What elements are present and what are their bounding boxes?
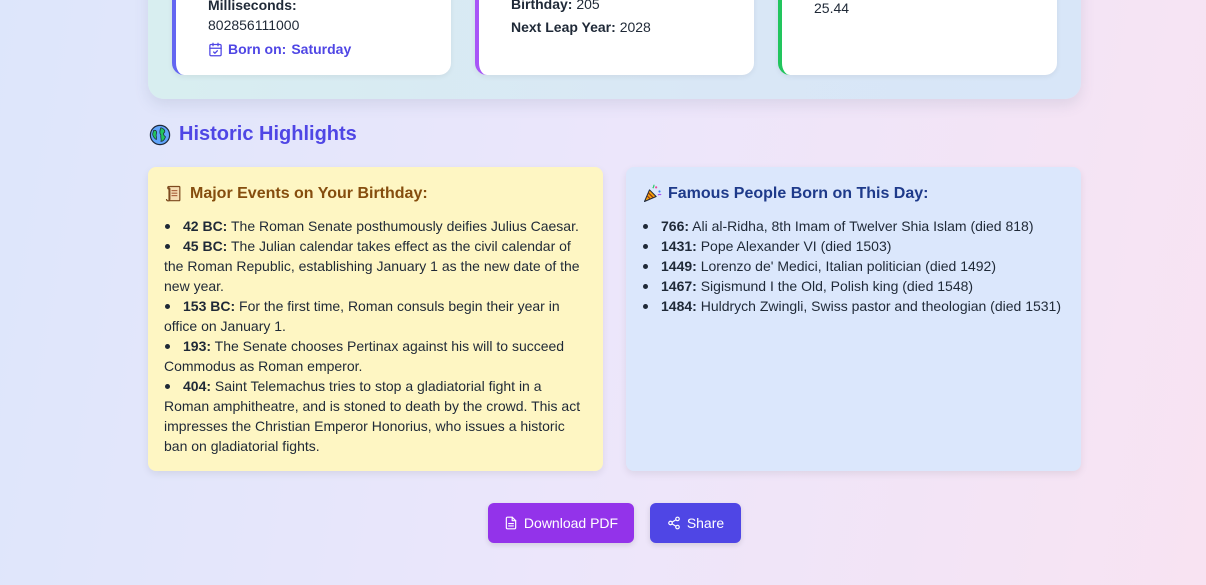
- share-label: Share: [686, 515, 725, 531]
- stat-value: 25.44: [814, 0, 850, 16]
- famous-people-heading: Famous People Born on This Day:: [642, 184, 1065, 204]
- person-item: 1431: Pope Alexander VI (died 1503): [642, 236, 1065, 256]
- event-item: 404: Saint Telemachus tries to stop a gl…: [164, 376, 587, 456]
- next-leap-label: Next Leap Year:: [511, 19, 616, 35]
- historic-highlights-title: Historic Highlights: [149, 123, 357, 146]
- event-item: 42 BC: The Roman Senate posthumously dei…: [164, 216, 587, 236]
- stat-card-birthday: Birthday: 205 Next Leap Year: 2028: [475, 0, 754, 75]
- stat-card-milliseconds: Milliseconds: 802856111000 Born on: Satu…: [172, 0, 451, 75]
- person-year: 1449:: [661, 258, 697, 274]
- section-title-text: Historic Highlights: [179, 123, 357, 145]
- stat-card-third: 25.44: [778, 0, 1057, 75]
- birthday-line: Birthday: 205: [511, 0, 600, 12]
- milliseconds-value: 802856111000: [208, 17, 300, 33]
- event-item: 153 BC: For the first time, Roman consul…: [164, 296, 587, 336]
- person-text: Lorenzo de' Medici, Italian politician (…: [700, 258, 996, 274]
- event-year: 193:: [183, 338, 212, 354]
- next-leap-value: 2028: [619, 19, 651, 35]
- event-item: 193: The Senate chooses Pertinax against…: [164, 336, 587, 376]
- person-year: 1484:: [661, 298, 697, 314]
- born-on-value: Saturday: [291, 41, 352, 57]
- person-text: Huldrych Zwingli, Swiss pastor and theol…: [700, 298, 1062, 314]
- person-text: Pope Alexander VI (died 1503): [700, 238, 892, 254]
- born-on-label: Born on:: [228, 41, 287, 57]
- major-events-list: 42 BC: The Roman Senate posthumously dei…: [164, 216, 587, 456]
- globe-icon: [149, 124, 171, 145]
- event-text: The Roman Senate posthumously deifies Ju…: [231, 218, 579, 234]
- person-year: 1431:: [661, 238, 697, 254]
- event-text: Saint Telemachus tries to stop a gladiat…: [164, 378, 581, 454]
- famous-people-title: Famous People Born on This Day:: [668, 185, 929, 202]
- party-popper-icon: [644, 184, 662, 202]
- person-item: 1484: Huldrych Zwingli, Swiss pastor and…: [642, 296, 1065, 316]
- person-year: 1467:: [661, 278, 697, 294]
- event-text: The Senate chooses Pertinax against his …: [164, 338, 565, 374]
- calendar-check-icon: [209, 42, 222, 56]
- person-item: 1449: Lorenzo de' Medici, Italian politi…: [642, 256, 1065, 276]
- download-pdf-label: Download PDF: [523, 515, 619, 531]
- event-year: 42 BC:: [183, 218, 228, 234]
- person-item: 1467: Sigismund I the Old, Polish king (…: [642, 276, 1065, 296]
- major-events-title: Major Events on Your Birthday:: [190, 185, 428, 202]
- major-events-panel: Major Events on Your Birthday: 42 BC: Th…: [148, 167, 603, 471]
- event-text: The Julian calendar takes effect as the …: [164, 238, 580, 294]
- person-item: 766: Ali al-Ridha, 8th Imam of Twelver S…: [642, 216, 1065, 236]
- event-year: 153 BC:: [183, 298, 236, 314]
- famous-people-panel: Famous People Born on This Day: 766: Ali…: [626, 167, 1081, 471]
- person-text: Ali al-Ridha, 8th Imam of Twelver Shia I…: [692, 218, 1034, 234]
- event-year: 45 BC:: [183, 238, 228, 254]
- milliseconds-label: Milliseconds:: [208, 0, 297, 13]
- person-year: 766:: [661, 218, 690, 234]
- download-pdf-button[interactable]: Download PDF: [488, 503, 634, 543]
- next-leap-line: Next Leap Year: 2028: [511, 19, 651, 35]
- person-text: Sigismund I the Old, Polish king (died 1…: [700, 278, 974, 294]
- birthday-label: Birthday:: [511, 0, 573, 12]
- share-icon: [667, 516, 680, 530]
- famous-people-list: 766: Ali al-Ridha, 8th Imam of Twelver S…: [642, 216, 1065, 316]
- event-year: 404:: [183, 378, 212, 394]
- event-item: 45 BC: The Julian calendar takes effect …: [164, 236, 587, 296]
- born-on-line: Born on: Saturday: [208, 41, 351, 57]
- scroll-icon: [165, 185, 181, 202]
- file-text-icon: [505, 516, 517, 530]
- birthday-value: 205: [576, 0, 600, 12]
- major-events-heading: Major Events on Your Birthday:: [164, 184, 587, 204]
- share-button[interactable]: Share: [650, 503, 741, 543]
